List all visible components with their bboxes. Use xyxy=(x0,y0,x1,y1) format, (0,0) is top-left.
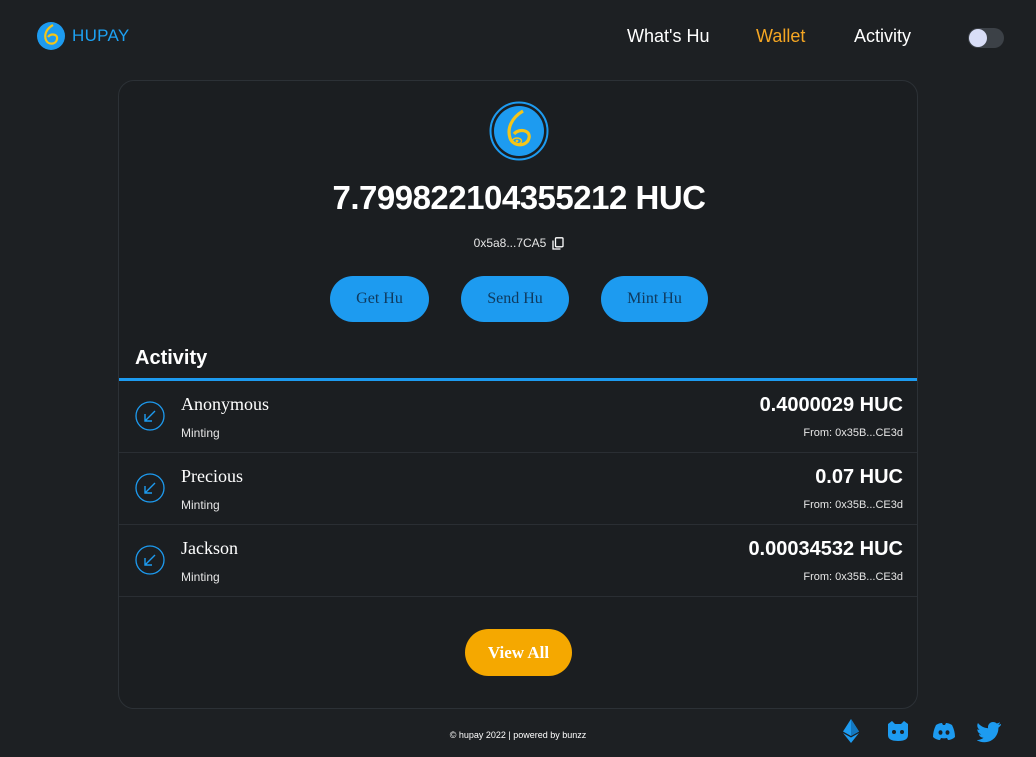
transaction-amount: 0.4000029 HUC xyxy=(759,394,903,416)
receive-arrow-icon xyxy=(135,545,165,575)
nav-wallet[interactable]: Wallet xyxy=(756,24,805,48)
activity-section-title: Activity xyxy=(135,347,208,369)
ethereum-link[interactable] xyxy=(838,718,864,744)
receive-arrow-icon xyxy=(135,473,165,503)
copy-icon[interactable] xyxy=(552,236,565,250)
transaction-type: Minting xyxy=(181,498,220,512)
get-hu-button[interactable]: Get Hu xyxy=(330,276,429,322)
transaction-sender-name: Jackson xyxy=(181,538,238,558)
twitter-icon xyxy=(977,722,1001,743)
transaction-row[interactable]: Jackson Minting 0.00034532 HUC From: 0x3… xyxy=(119,525,917,597)
github-icon xyxy=(888,721,908,741)
wallet-address: 0x5a8...7CA5 xyxy=(473,236,547,250)
wallet-card: 7.799822104355212 HUC 0x5a8...7CA5 Get H… xyxy=(118,80,918,709)
receive-arrow-icon xyxy=(135,401,165,431)
transaction-from-address: From: 0x35B...CE3d xyxy=(803,427,903,439)
ethereum-icon xyxy=(843,719,859,743)
discord-icon xyxy=(933,723,955,740)
hupay-logo-icon xyxy=(37,22,65,50)
toggle-knob xyxy=(969,29,987,47)
brand-home-link[interactable]: HUPAY xyxy=(36,20,130,52)
transaction-sender-name: Precious xyxy=(181,466,243,486)
transaction-row[interactable]: Precious Minting 0.07 HUC From: 0x35B...… xyxy=(119,453,917,525)
transaction-sender-name: Anonymous xyxy=(181,394,270,414)
transaction-amount: 0.07 HUC xyxy=(815,466,903,488)
top-navigation-bar: HUPAY What's Hu Wallet Activity xyxy=(0,0,1036,74)
mint-hu-button[interactable]: Mint Hu xyxy=(601,276,708,322)
footer-copyright: © hupay 2022 | powered by bunzz xyxy=(449,730,587,740)
transaction-type: Minting xyxy=(181,426,220,440)
nav-whats-hu[interactable]: What's Hu xyxy=(627,24,709,48)
view-all-button[interactable]: View All xyxy=(465,629,572,676)
wallet-balance: 7.799822104355212 HUC xyxy=(332,179,706,216)
theme-toggle[interactable] xyxy=(968,28,1004,48)
transaction-type: Minting xyxy=(181,570,220,584)
wallet-address-row: 0x5a8...7CA5 xyxy=(119,236,917,250)
send-hu-button[interactable]: Send Hu xyxy=(461,276,569,322)
transaction-from-address: From: 0x35B...CE3d xyxy=(803,499,903,511)
transaction-from-address: From: 0x35B...CE3d xyxy=(803,571,903,583)
hupay-coin-icon xyxy=(489,101,549,161)
brand-name: HUPAY xyxy=(72,26,130,45)
transaction-amount: 0.00034532 HUC xyxy=(748,538,903,560)
discord-link[interactable] xyxy=(931,718,957,744)
github-link[interactable] xyxy=(885,718,911,744)
transaction-row[interactable]: Anonymous Minting 0.4000029 HUC From: 0x… xyxy=(119,381,917,453)
twitter-link[interactable] xyxy=(977,718,1003,744)
nav-activity[interactable]: Activity xyxy=(854,24,911,48)
